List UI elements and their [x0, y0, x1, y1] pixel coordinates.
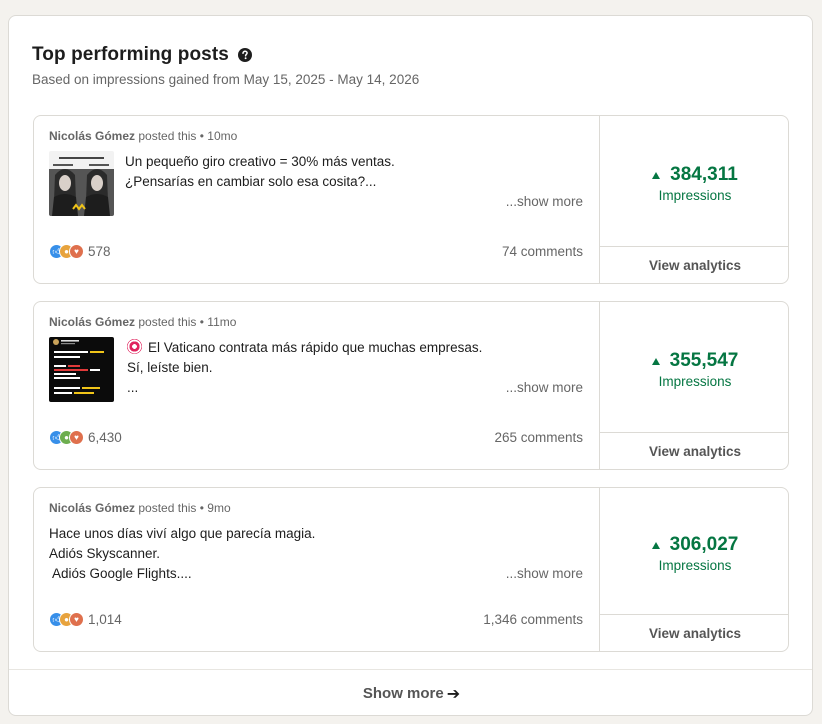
post-text: Un pequeño giro creativo = 30% más venta… — [125, 152, 395, 192]
impressions-value-row: 306,027 — [600, 534, 788, 556]
view-analytics-button[interactable]: View analytics — [600, 246, 788, 283]
reactions[interactable]: 👍︎ ● ♥ 578 — [49, 244, 111, 259]
show-more-link[interactable]: ...show more — [506, 380, 583, 395]
post-text-line-content: El Vaticano contrata más rápido que much… — [148, 340, 483, 355]
reactions[interactable]: 👍︎ ● ♥ 6,430 — [49, 430, 122, 445]
post-text-line: El Vaticano contrata más rápido que much… — [127, 338, 482, 358]
comments-count[interactable]: 265 comments — [494, 430, 583, 445]
impressions-label: Impressions — [658, 374, 732, 389]
impressions-value-row: 355,547 — [600, 350, 788, 372]
reaction-count: 6,430 — [88, 430, 122, 445]
show-more-link[interactable]: ...show more — [506, 194, 583, 209]
post-text-line: Adiós Google Flights.... — [49, 566, 192, 581]
comments-count[interactable]: 1,346 comments — [483, 612, 583, 627]
trend-up-icon — [651, 357, 660, 365]
post-thumbnail[interactable] — [49, 337, 114, 402]
impressions-value: 355,547 — [669, 350, 739, 371]
impressions-metric: 355,547 Impressions — [600, 350, 788, 389]
reactions[interactable]: 👍︎ ● ♥ 1,014 — [49, 612, 122, 627]
impressions-metric: 306,027 Impressions — [600, 534, 788, 573]
post-author[interactable]: Nicolás Gómez — [49, 501, 135, 515]
show-more-button[interactable]: Show more ➔ — [9, 670, 812, 715]
post-card: Nicolás Gómez posted this • 10mo Un pequ… — [33, 115, 789, 284]
post-text-line: Sí, leíste bien. — [127, 360, 213, 375]
post-age: • 11mo — [199, 315, 237, 329]
impressions-metric: 384,311 Impressions — [600, 164, 788, 203]
card-header: Top performing posts Based on impression… — [32, 43, 419, 87]
reaction-count: 1,014 — [88, 612, 122, 627]
reaction-icons: 👍︎ ● ♥ — [49, 430, 84, 445]
arrow-right-icon: ➔ — [446, 685, 461, 703]
post-thumbnail[interactable] — [49, 151, 114, 216]
post-text-line: ¿Pensarías en cambiar solo esa cosita?..… — [125, 174, 377, 189]
love-reaction-icon: ♥ — [69, 612, 84, 627]
post-content[interactable]: Nicolás Gómez posted this • 9mo Hace uno… — [34, 488, 599, 651]
post-metrics: 384,311 Impressions View analytics — [599, 116, 788, 283]
post-card: Nicolás Gómez posted this • 11mo El Vati… — [33, 301, 789, 470]
impressions-value: 384,311 — [670, 164, 738, 185]
impressions-value: 306,027 — [669, 534, 739, 555]
post-text-line: Adiós Skyscanner. — [49, 546, 161, 561]
post-text-line: Un pequeño giro creativo = 30% más venta… — [125, 154, 395, 169]
view-analytics-button[interactable]: View analytics — [600, 432, 788, 469]
view-analytics-button[interactable]: View analytics — [600, 614, 788, 651]
posted-this-label: posted this — [138, 129, 197, 143]
posted-this-label: posted this — [138, 315, 197, 329]
post-text: Hace unos días viví algo que parecía mag… — [49, 524, 315, 584]
card-title: Top performing posts — [32, 44, 229, 65]
impressions-label: Impressions — [658, 558, 732, 573]
impressions-label: Impressions — [658, 188, 732, 203]
post-content[interactable]: Nicolás Gómez posted this • 10mo Un pequ… — [34, 116, 599, 283]
target-emoji-icon — [127, 339, 142, 354]
love-reaction-icon: ♥ — [69, 244, 84, 259]
trend-up-icon — [651, 541, 660, 549]
top-performing-posts-card: Top performing posts Based on impression… — [8, 15, 813, 716]
show-more-label: Show more — [362, 685, 444, 702]
impressions-value-row: 384,311 — [600, 164, 788, 186]
reaction-icons: 👍︎ ● ♥ — [49, 612, 84, 627]
love-reaction-icon: ♥ — [69, 430, 84, 445]
post-author[interactable]: Nicolás Gómez — [49, 315, 135, 329]
show-more-link[interactable]: ...show more — [506, 566, 583, 581]
question-circle-icon[interactable] — [237, 48, 252, 62]
post-metrics: 306,027 Impressions View analytics — [599, 488, 788, 651]
post-text-line: Hace unos días viví algo que parecía mag… — [49, 526, 316, 541]
post-meta: Nicolás Gómez posted this • 11mo — [49, 315, 236, 329]
post-meta: Nicolás Gómez posted this • 10mo — [49, 129, 237, 143]
card-subtitle: Based on impressions gained from May 15,… — [32, 72, 420, 87]
post-text-line: ... — [127, 380, 139, 395]
post-age: • 9mo — [199, 501, 231, 515]
post-metrics: 355,547 Impressions View analytics — [599, 302, 788, 469]
reaction-count: 578 — [88, 244, 111, 259]
reaction-icons: 👍︎ ● ♥ — [49, 244, 84, 259]
post-text: El Vaticano contrata más rápido que much… — [127, 338, 482, 398]
trend-up-icon — [652, 171, 661, 179]
post-meta: Nicolás Gómez posted this • 9mo — [49, 501, 231, 515]
comments-count[interactable]: 74 comments — [502, 244, 583, 259]
post-content[interactable]: Nicolás Gómez posted this • 11mo El Vati… — [34, 302, 599, 469]
posted-this-label: posted this — [138, 501, 197, 515]
post-age: • 10mo — [199, 129, 238, 143]
post-author[interactable]: Nicolás Gómez — [49, 129, 135, 143]
post-card: Nicolás Gómez posted this • 9mo Hace uno… — [33, 487, 789, 652]
